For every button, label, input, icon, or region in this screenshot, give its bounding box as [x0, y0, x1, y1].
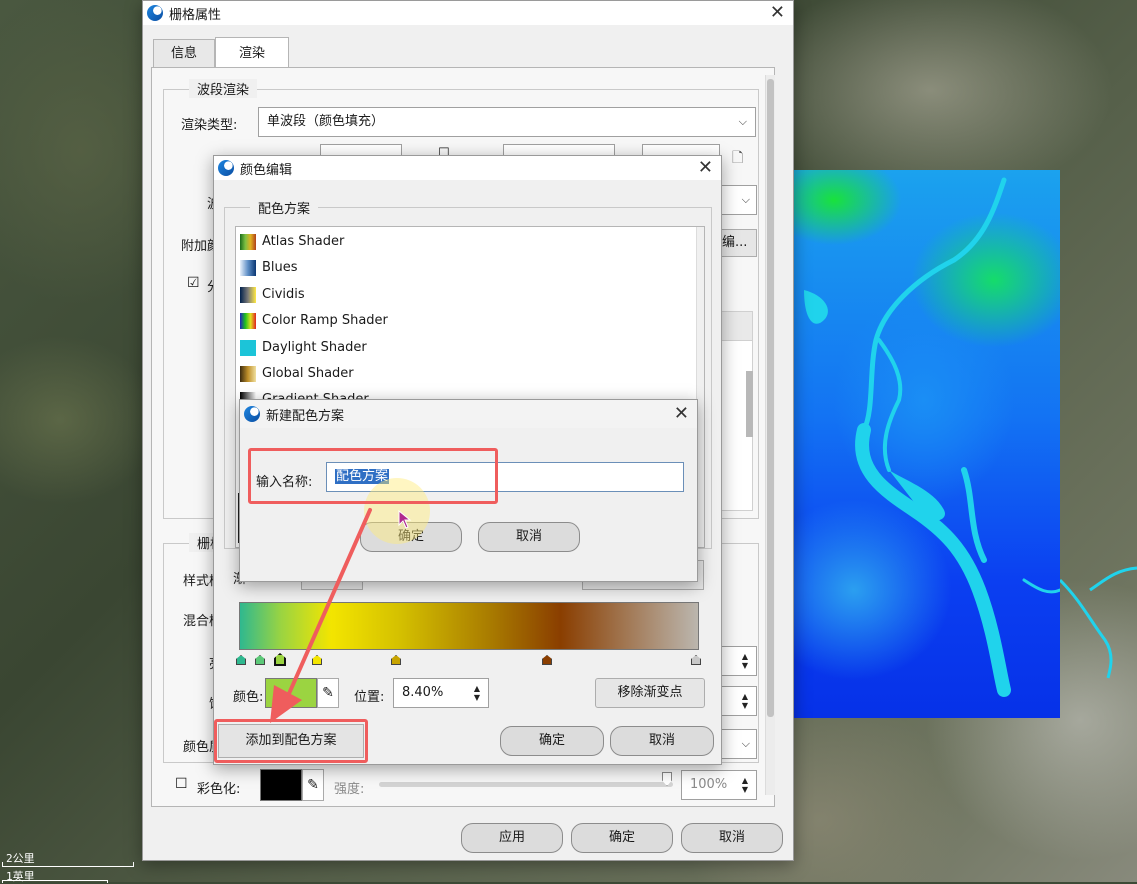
- checkbox-icon[interactable]: ☑: [187, 275, 200, 291]
- list-item[interactable]: Atlas Shader: [238, 231, 688, 255]
- scheme-name: Blues: [262, 260, 298, 275]
- river-overlay: [804, 177, 1062, 697]
- dialog-title: 颜色编辑: [240, 162, 293, 178]
- list-item[interactable]: Daylight Shader: [238, 337, 688, 361]
- scheme-name: Atlas Shader: [262, 234, 345, 249]
- annotation-arrow: [270, 508, 372, 723]
- colorize-color-swatch[interactable]: [260, 769, 302, 801]
- river-outside: [1060, 566, 1137, 679]
- dialog-title: 新建配色方案: [266, 408, 345, 424]
- scheme-name: Cividis: [262, 287, 305, 302]
- dem-raster-layer: [794, 170, 1062, 718]
- cancel-button[interactable]: 取消: [478, 522, 580, 552]
- chevron-down-icon: ⌵: [738, 115, 747, 128]
- spin-arrows-icon: ▲ ▼: [741, 652, 749, 670]
- scheme-name: Global Shader: [262, 366, 354, 381]
- render-type-value: 单波段（颜色填充）: [267, 114, 385, 129]
- ok-button[interactable]: 确定: [571, 823, 673, 853]
- gradient-swatch-icon: [240, 287, 256, 303]
- render-type-select[interactable]: 单波段（颜色填充） ⌵: [258, 107, 756, 137]
- saturation-spinner[interactable]: ▲ ▼: [721, 686, 757, 716]
- close-icon[interactable]: ✕: [674, 400, 689, 428]
- gradient-stop-handle[interactable]: [391, 655, 401, 665]
- spin-arrows-icon: ▲ ▼: [741, 776, 749, 794]
- gradient-swatch-icon: [240, 313, 256, 329]
- close-icon[interactable]: ✕: [698, 156, 713, 180]
- spin-arrows-icon: ▲ ▼: [473, 684, 481, 702]
- edit-button[interactable]: 编...: [719, 229, 757, 257]
- scrollbar-thumb[interactable]: [767, 79, 774, 717]
- title-bar: 颜色编辑 ✕: [214, 156, 721, 180]
- table-scrollbar-thumb[interactable]: [746, 371, 753, 437]
- highlight-box-name-field: [248, 448, 498, 504]
- list-item[interactable]: Blues: [238, 257, 688, 281]
- strength-slider[interactable]: [379, 782, 673, 787]
- cancel-button[interactable]: 取消: [610, 726, 714, 756]
- color-label: 颜色:: [233, 690, 264, 705]
- strength-spinner[interactable]: 100% ▲ ▼: [681, 770, 757, 800]
- brightness-spinner[interactable]: ▲ ▼: [721, 646, 757, 676]
- chevron-down-icon: ⌵: [741, 193, 750, 206]
- scrollbar[interactable]: [765, 75, 775, 795]
- gradient-swatch-icon: [240, 260, 256, 276]
- list-item[interactable]: Cividis: [238, 284, 688, 308]
- strength-value: 100%: [690, 777, 728, 792]
- band-render-group-label: 波段渲染: [189, 79, 258, 98]
- position-spinner[interactable]: 8.40% ▲ ▼: [393, 678, 489, 708]
- band-select[interactable]: ⌵: [721, 185, 757, 215]
- gradient-stop-handle[interactable]: [691, 655, 701, 665]
- chevron-down-icon: ⌵: [741, 737, 750, 750]
- title-bar: 栅格属性 ✕: [143, 1, 793, 25]
- position-value: 8.40%: [402, 685, 444, 700]
- gradient-swatch-icon: [240, 234, 256, 250]
- scheme-name: Color Ramp Shader: [262, 313, 388, 328]
- file-icon[interactable]: 🗋: [732, 147, 743, 171]
- tab-render[interactable]: 渲染: [215, 37, 289, 68]
- spin-arrows-icon: ▲ ▼: [741, 692, 749, 710]
- color-quality-select[interactable]: ⌵: [721, 729, 757, 759]
- list-item[interactable]: Global Shader: [238, 363, 688, 387]
- colorize-checkbox[interactable]: ☐: [175, 776, 188, 792]
- eyedropper-icon[interactable]: ✎: [302, 769, 324, 801]
- colorize-label: 彩色化:: [197, 782, 241, 797]
- render-type-label: 渲染类型:: [181, 118, 238, 133]
- gradient-stop-handle[interactable]: [236, 655, 246, 665]
- scale-bar: 2公里 1英里: [0, 848, 136, 883]
- tab-info[interactable]: 信息: [153, 39, 215, 67]
- mouse-cursor-icon: [398, 510, 412, 529]
- title-bar: 新建配色方案 ✕: [240, 400, 697, 428]
- app-logo-icon: [244, 406, 260, 422]
- cancel-button[interactable]: 取消: [681, 823, 783, 853]
- dialog-title: 栅格属性: [169, 7, 222, 23]
- list-item[interactable]: Color Ramp Shader: [238, 310, 688, 334]
- remove-stop-button[interactable]: 移除渐变点: [595, 678, 705, 708]
- gradient-swatch-icon: [240, 340, 256, 356]
- apply-button[interactable]: 应用: [461, 823, 563, 853]
- strength-label: 强度:: [334, 782, 365, 797]
- app-logo-icon: [147, 5, 163, 21]
- ok-button[interactable]: 确定: [500, 726, 604, 756]
- gradient-stop-handle[interactable]: [542, 655, 552, 665]
- scheme-group-label: 配色方案: [250, 198, 319, 217]
- app-logo-icon: [218, 160, 234, 176]
- scheme-name: Daylight Shader: [262, 340, 367, 355]
- gradient-swatch-icon: [240, 366, 256, 382]
- close-icon[interactable]: ✕: [770, 1, 785, 25]
